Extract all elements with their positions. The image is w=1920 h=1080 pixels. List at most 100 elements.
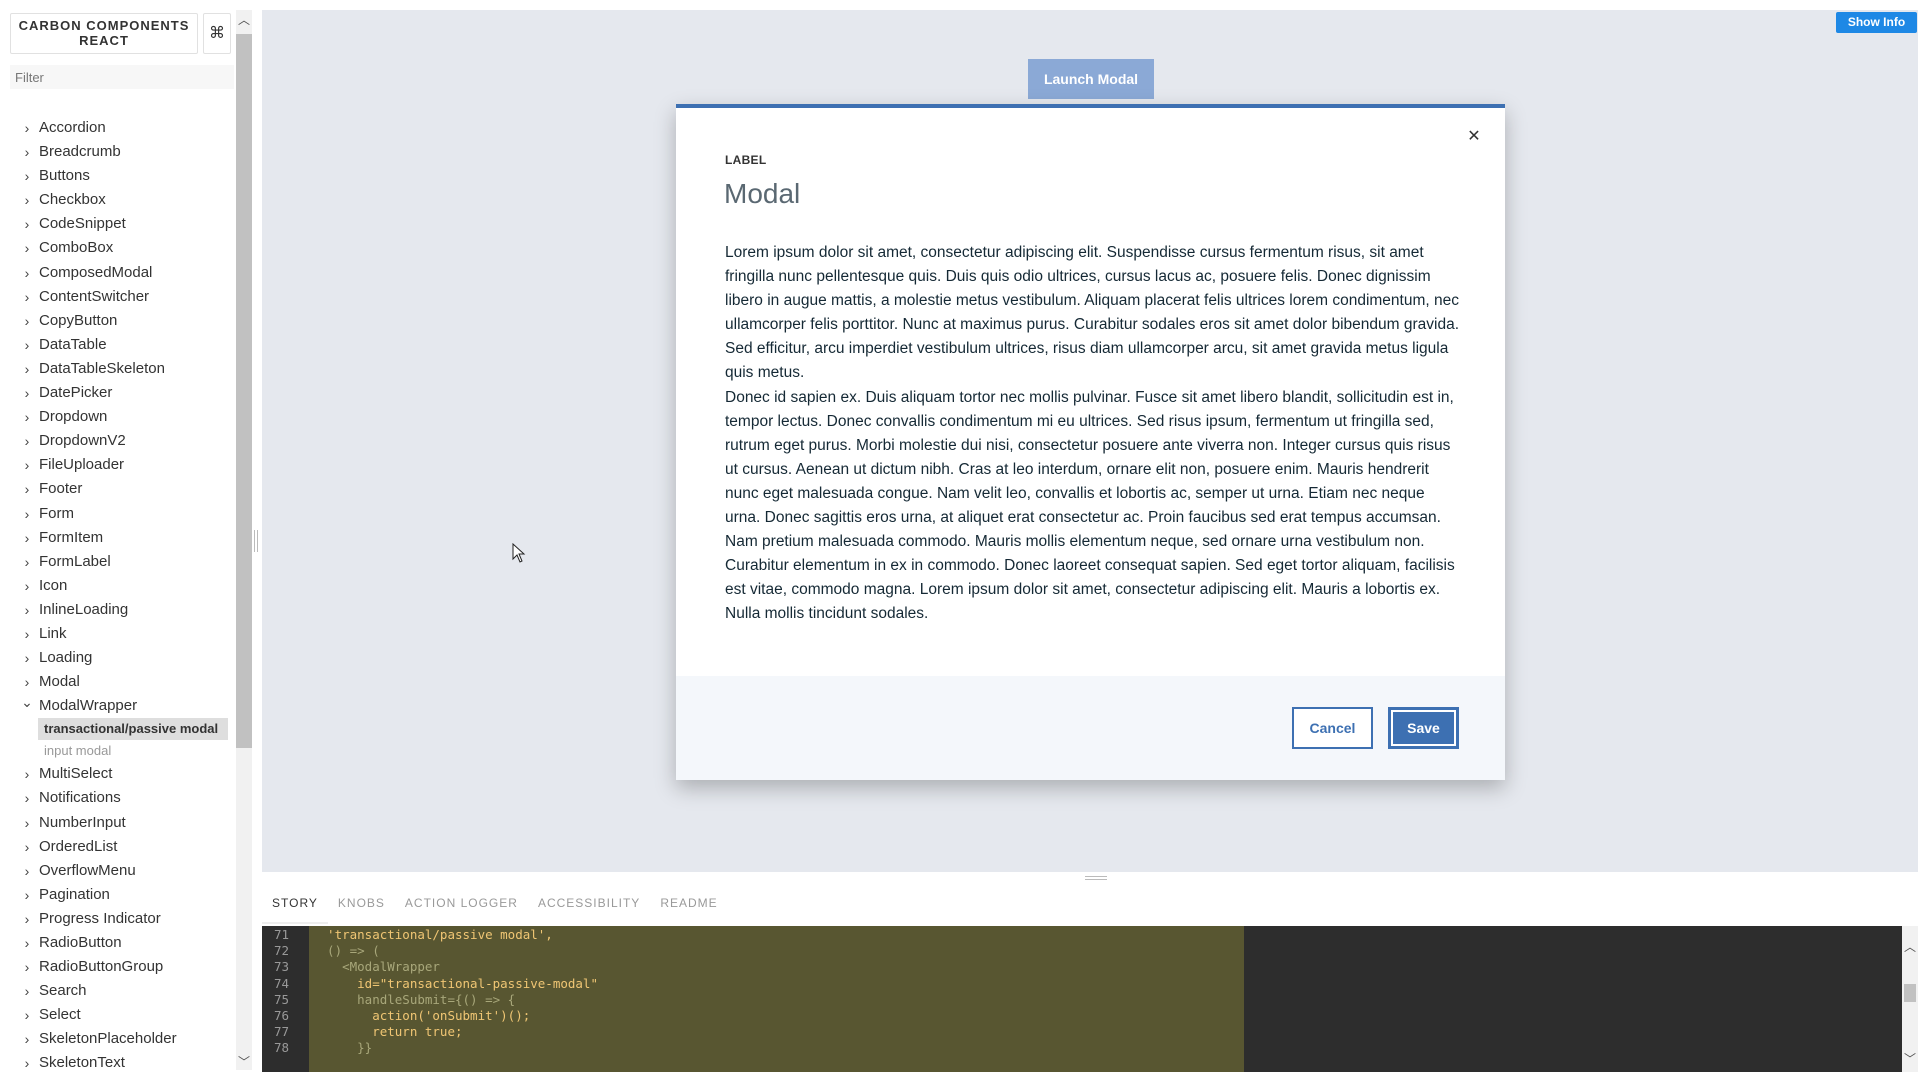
filter-input[interactable] bbox=[10, 65, 234, 89]
sidebar-item[interactable]: › RadioButtonGroup bbox=[0, 955, 236, 979]
chevron-right-icon: › bbox=[24, 910, 30, 927]
sidebar-item[interactable]: › Pagination bbox=[0, 883, 236, 907]
sidebar-item[interactable]: › ComboBox bbox=[0, 236, 236, 260]
tab-accessibility[interactable]: ACCESSIBILITY bbox=[528, 884, 650, 924]
scroll-down-icon[interactable]: ﹀ bbox=[1902, 1050, 1918, 1067]
sidebar-item[interactable]: › Form bbox=[0, 502, 236, 526]
sidebar-item[interactable]: › FileUploader bbox=[0, 453, 236, 477]
scroll-down-icon[interactable]: ﹀ bbox=[236, 1054, 252, 1070]
chevron-right-icon: › bbox=[24, 553, 30, 570]
sidebar-item[interactable]: › CodeSnippet bbox=[0, 212, 236, 236]
chevron-right-icon: › bbox=[24, 959, 30, 976]
sidebar-item[interactable]: › Notifications bbox=[0, 786, 236, 810]
sidebar-item-label: Breadcrumb bbox=[39, 143, 121, 161]
command-icon[interactable]: ⌘ bbox=[203, 13, 231, 54]
launch-modal-button[interactable]: Launch Modal bbox=[1028, 59, 1154, 99]
sidebar-item[interactable]: › Progress Indicator bbox=[0, 907, 236, 931]
sidebar-item[interactable]: › MultiSelect bbox=[0, 762, 236, 786]
chevron-right-icon: › bbox=[24, 1031, 30, 1048]
chevron-right-icon: › bbox=[24, 935, 30, 951]
sidebar-item[interactable]: › RadioButton bbox=[0, 931, 236, 955]
sidebar-item-label: ComboBox bbox=[39, 239, 114, 257]
addon-tabs: STORY KNOBS ACTION LOGGER ACCESSIBILITY READ… bbox=[262, 884, 728, 924]
tab-readme[interactable]: README bbox=[650, 884, 727, 924]
sidebar-item-label: SkeletonPlaceholder bbox=[39, 1030, 177, 1048]
sidebar-item-label: CodeSnippet bbox=[39, 215, 126, 233]
addons-panel: STORY KNOBS ACTION LOGGER ACCESSIBILITY READ… bbox=[262, 884, 1918, 1072]
sidebar-item-label: ComposedModal bbox=[39, 263, 153, 281]
chevron-right-icon: › bbox=[24, 360, 30, 377]
sidebar-item-label: MultiSelect bbox=[39, 765, 113, 783]
sidebar-item[interactable]: › Breadcrumb bbox=[0, 140, 236, 164]
close-icon[interactable]: ✕ bbox=[1463, 126, 1485, 148]
save-button[interactable]: Save bbox=[1388, 707, 1459, 749]
chevron-right-icon: › bbox=[24, 216, 30, 233]
sidebar-item[interactable]: › FormItem bbox=[0, 526, 236, 550]
cancel-button[interactable]: Cancel bbox=[1292, 707, 1373, 749]
sidebar-item[interactable]: › FormLabel bbox=[0, 550, 236, 574]
sidebar-item[interactable]: › Select bbox=[0, 1003, 236, 1027]
sidebar-item[interactable]: › CopyButton bbox=[0, 309, 236, 333]
chevron-right-icon: › bbox=[24, 577, 30, 594]
panel-resize-handle[interactable] bbox=[1085, 876, 1107, 880]
code-text: }} bbox=[312, 1040, 373, 1056]
scroll-up-icon[interactable]: ︿ bbox=[236, 12, 252, 28]
chevron-right-icon: › bbox=[24, 983, 30, 1000]
sidebar-item-label: Link bbox=[39, 624, 67, 642]
scroll-up-icon[interactable]: ︿ bbox=[1902, 938, 1918, 955]
chevron-right-icon: › bbox=[24, 385, 30, 402]
sidebar-item[interactable]: › Accordion bbox=[0, 116, 236, 140]
sidebar-item-label: Loading bbox=[39, 649, 93, 667]
sidebar-item[interactable]: › Search bbox=[0, 979, 236, 1003]
sidebar-item[interactable]: › Checkbox bbox=[0, 188, 236, 212]
sidebar-item[interactable]: › Icon bbox=[0, 574, 236, 598]
chevron-right-icon: › bbox=[24, 838, 30, 855]
chevron-right-icon: › bbox=[24, 790, 30, 807]
sidebar-item-label: DatePicker bbox=[39, 384, 113, 402]
sidebar-item[interactable]: › DataTableSkeleton bbox=[0, 357, 236, 381]
sidebar-item[interactable]: › SkeletonPlaceholder bbox=[0, 1027, 236, 1051]
tab-story[interactable]: STORY bbox=[262, 884, 328, 924]
tab-knobs[interactable]: KNOBS bbox=[328, 884, 395, 924]
sidebar-story-item[interactable]: input modal bbox=[38, 740, 228, 762]
modal-label: LABEL bbox=[725, 153, 767, 167]
chevron-right-icon: › bbox=[24, 240, 30, 257]
sidebar-item[interactable]: › Dropdown bbox=[0, 405, 236, 429]
sidebar-item-label: Pagination bbox=[39, 885, 110, 903]
chevron-right-icon: › bbox=[24, 433, 30, 450]
modal-footer: Cancel Save bbox=[676, 676, 1505, 780]
chevron-right-icon: › bbox=[24, 650, 30, 667]
sidebar-item[interactable]: › Modal bbox=[0, 670, 236, 694]
sidebar-scrollbar-thumb[interactable] bbox=[236, 34, 252, 748]
chevron-right-icon: › bbox=[24, 814, 30, 831]
sidebar-item[interactable]: › InlineLoading bbox=[0, 598, 236, 622]
sidebar-item[interactable]: › DataTable bbox=[0, 333, 236, 357]
sidebar-item[interactable]: › Loading bbox=[0, 646, 236, 670]
modal-dialog: ✕ LABEL Modal Lorem ipsum dolor sit amet… bbox=[676, 104, 1505, 780]
sidebar-story-item[interactable]: transactional/passive modal bbox=[38, 718, 228, 741]
sidebar-item[interactable]: › Footer bbox=[0, 477, 236, 501]
sidebar-item-label: CopyButton bbox=[39, 311, 118, 329]
sidebar-item[interactable]: › ComposedModal bbox=[0, 261, 236, 285]
sidebar-item[interactable]: › OverflowMenu bbox=[0, 859, 236, 883]
sidebar-item[interactable]: ⌄ ModalWrapper bbox=[0, 694, 236, 718]
code-viewer: 71 'transactional/passive modal', 72 () =… bbox=[262, 926, 1902, 1072]
sidebar-item-label: Form bbox=[39, 504, 74, 522]
sidebar-item[interactable]: › DatePicker bbox=[0, 381, 236, 405]
sidebar-item[interactable]: › SkeletonText bbox=[0, 1051, 236, 1075]
sidebar-item[interactable]: › Link bbox=[0, 622, 236, 646]
code-scrollbar-thumb[interactable] bbox=[1904, 984, 1916, 1002]
sidebar-resize-handle[interactable] bbox=[254, 530, 258, 552]
sidebar-item-label: FormItem bbox=[39, 528, 104, 546]
chevron-right-icon: › bbox=[24, 1055, 30, 1072]
brand-button[interactable]: CARBON COMPONENTS REACT bbox=[10, 13, 198, 54]
sidebar-item[interactable]: › Buttons bbox=[0, 164, 236, 188]
sidebar-item[interactable]: › OrderedList bbox=[0, 835, 236, 859]
tab-action-logger[interactable]: ACTION LOGGER bbox=[395, 884, 528, 924]
show-info-button[interactable]: Show Info bbox=[1836, 12, 1917, 33]
sidebar-item[interactable]: › ContentSwitcher bbox=[0, 285, 236, 309]
sidebar-item[interactable]: › NumberInput bbox=[0, 811, 236, 835]
sidebar-item[interactable]: › DropdownV2 bbox=[0, 429, 236, 453]
sidebar-item-label: ModalWrapper bbox=[39, 697, 138, 715]
sidebar-item-label: Accordion bbox=[39, 119, 106, 136]
